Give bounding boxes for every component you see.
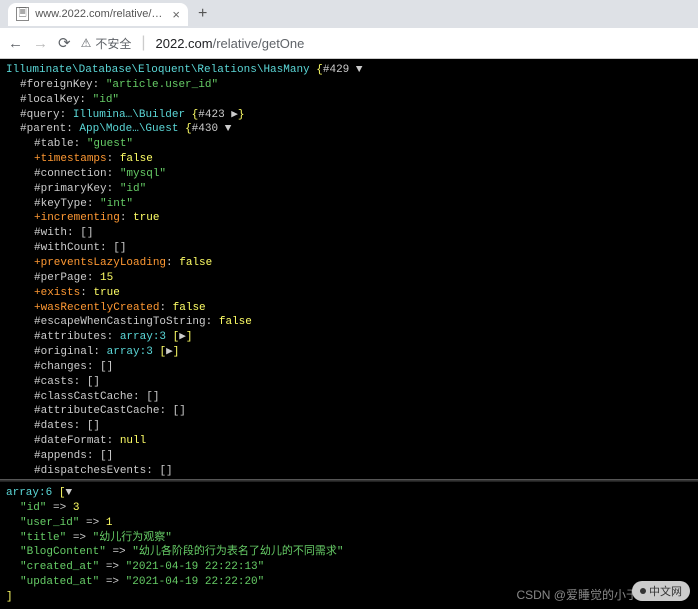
reload-button[interactable]: ⟳: [58, 34, 71, 52]
browser-tab[interactable]: 🗏 www.2022.com/relative/getO ×: [8, 3, 188, 26]
dot-icon: [640, 588, 646, 594]
page-icon: 🗏: [16, 7, 29, 21]
address-bar: ← → ⟳ ⚠ 不安全 | 2022.com/relative/getOne: [0, 28, 698, 58]
url-path: /relative/getOne: [213, 36, 305, 51]
class-name: Illuminate\Database\Eloquent\Relations\H…: [6, 64, 310, 76]
close-icon[interactable]: ×: [172, 7, 180, 22]
expand-icon[interactable]: ▶: [166, 346, 173, 358]
collapse-icon[interactable]: ▼: [225, 123, 232, 135]
tab-bar: 🗏 www.2022.com/relative/getO × +: [0, 0, 698, 28]
url-host: 2022.com: [156, 36, 213, 51]
tab-title: www.2022.com/relative/getO: [35, 8, 166, 20]
browser-chrome: 🗏 www.2022.com/relative/getO × + ← → ⟳ ⚠…: [0, 0, 698, 59]
expand-icon[interactable]: ▶: [179, 331, 186, 343]
collapse-icon[interactable]: ▼: [356, 64, 363, 76]
collapse-icon[interactable]: ▼: [65, 487, 72, 499]
security-label: 不安全: [95, 35, 131, 52]
watermark: CSDN @爱睡觉的小于: [516, 586, 638, 603]
back-button[interactable]: ←: [8, 35, 23, 52]
debug-dump-panel-1: Illuminate\Database\Eloquent\Relations\H…: [0, 59, 698, 479]
forward-button[interactable]: →: [33, 35, 48, 52]
url-display[interactable]: 2022.com/relative/getOne: [156, 36, 305, 51]
expand-icon[interactable]: ▶: [231, 109, 238, 121]
warning-icon: ⚠: [81, 36, 92, 50]
new-tab-button[interactable]: +: [198, 5, 207, 23]
security-indicator[interactable]: ⚠ 不安全: [81, 35, 132, 52]
overlay-badge[interactable]: 中文网: [632, 581, 690, 601]
